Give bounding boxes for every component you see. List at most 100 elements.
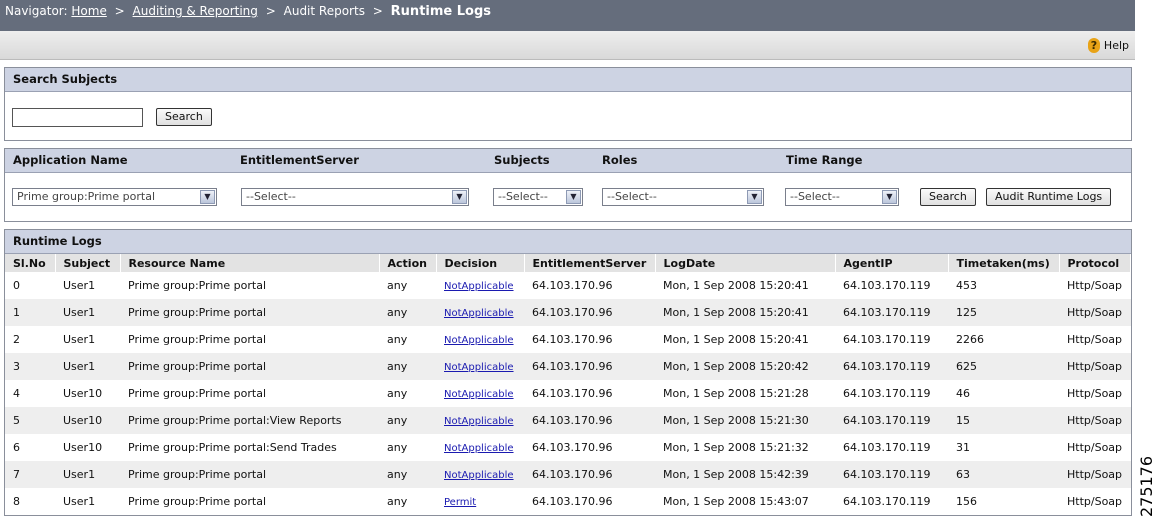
roles-value: --Select-- xyxy=(607,190,657,203)
runtime-logs-panel: Runtime Logs Sl.No Subject Resource Name… xyxy=(4,229,1132,516)
cell-logdate: Mon, 1 Sep 2008 15:20:42 xyxy=(655,353,835,380)
cell-protocol: Http/Soap xyxy=(1059,272,1131,299)
cell-logdate: Mon, 1 Sep 2008 15:21:32 xyxy=(655,434,835,461)
column-header-subject: Subject xyxy=(55,254,121,272)
cell-action: any xyxy=(379,434,436,461)
cell-entitlement-server: 64.103.170.96 xyxy=(524,299,655,326)
search-subjects-panel: Search Subjects Search xyxy=(4,67,1132,141)
cell-subject: User10 xyxy=(55,380,120,407)
cell-action: any xyxy=(379,326,436,353)
cell-resource-name: Prime group:Prime portal xyxy=(120,272,379,299)
cell-subject: User1 xyxy=(55,326,120,353)
navigator-prefix: Navigator: xyxy=(5,4,68,18)
cell-slno: 3 xyxy=(5,353,55,380)
cell-decision: NotApplicable xyxy=(436,353,524,380)
cell-timetaken: 63 xyxy=(948,461,1059,488)
breadcrumb-auditing-link[interactable]: Auditing & Reporting xyxy=(133,4,258,18)
cell-logdate: Mon, 1 Sep 2008 15:20:41 xyxy=(655,299,835,326)
cell-subject: User1 xyxy=(55,299,120,326)
filter-search-button[interactable]: Search xyxy=(920,188,976,206)
search-subjects-title: Search Subjects xyxy=(5,68,1131,92)
cell-logdate: Mon, 1 Sep 2008 15:43:07 xyxy=(655,488,835,515)
chevron-down-icon: ▼ xyxy=(200,190,215,204)
table-row: 0 User1 Prime group:Prime portal any Not… xyxy=(5,272,1131,299)
cell-agentip: 64.103.170.119 xyxy=(835,326,948,353)
search-subjects-input[interactable] xyxy=(12,108,143,127)
entitlement-server-value: --Select-- xyxy=(246,190,296,203)
cell-agentip: 64.103.170.119 xyxy=(835,380,948,407)
cell-slno: 0 xyxy=(5,272,55,299)
cell-slno: 1 xyxy=(5,299,55,326)
entitlement-server-select[interactable]: --Select-- ▼ xyxy=(241,188,469,206)
breadcrumb-current-page: Runtime Logs xyxy=(390,4,492,19)
cell-action: any xyxy=(379,299,436,326)
cell-slno: 8 xyxy=(5,488,55,515)
column-header-protocol: Protocol xyxy=(1059,254,1131,272)
entitlement-server-label: EntitlementServer xyxy=(240,153,359,167)
column-header-action: Action xyxy=(379,254,437,272)
cell-agentip: 64.103.170.119 xyxy=(835,299,948,326)
cell-slno: 4 xyxy=(5,380,55,407)
roles-select[interactable]: --Select-- ▼ xyxy=(602,188,764,206)
runtime-logs-title: Runtime Logs xyxy=(5,230,1131,254)
search-subjects-button[interactable]: Search xyxy=(156,108,212,126)
column-header-slno: Sl.No xyxy=(5,254,56,272)
column-header-decision: Decision xyxy=(436,254,525,272)
column-header-logdate: LogDate xyxy=(655,254,836,272)
figure-id-text: 275176 xyxy=(1137,455,1157,518)
cell-decision: NotApplicable xyxy=(436,434,524,461)
decision-link[interactable]: NotApplicable xyxy=(444,281,514,292)
cell-entitlement-server: 64.103.170.96 xyxy=(524,461,655,488)
cell-timetaken: 31 xyxy=(948,434,1059,461)
cell-entitlement-server: 64.103.170.96 xyxy=(524,434,655,461)
breadcrumb-home-link[interactable]: Home xyxy=(71,4,106,18)
help-label: Help xyxy=(1103,39,1129,52)
column-header-resource-name: Resource Name xyxy=(120,254,380,272)
help-link[interactable]: ? Help xyxy=(1087,38,1129,53)
decision-link[interactable]: NotApplicable xyxy=(444,335,514,346)
cell-resource-name: Prime group:Prime portal xyxy=(120,488,379,515)
cell-entitlement-server: 64.103.170.96 xyxy=(524,488,655,515)
cell-slno: 6 xyxy=(5,434,55,461)
decision-link[interactable]: Permit xyxy=(444,497,476,508)
decision-link[interactable]: NotApplicable xyxy=(444,308,514,319)
cell-resource-name: Prime group:Prime portal:Send Trades xyxy=(120,434,379,461)
decision-link[interactable]: NotApplicable xyxy=(444,362,514,373)
cell-agentip: 64.103.170.119 xyxy=(835,434,948,461)
time-range-select[interactable]: --Select-- ▼ xyxy=(785,188,899,206)
audit-runtime-logs-button[interactable]: Audit Runtime Logs xyxy=(986,188,1112,206)
cell-slno: 5 xyxy=(5,407,55,434)
table-row: 1 User1 Prime group:Prime portal any Not… xyxy=(5,299,1131,326)
breadcrumb-separator: > xyxy=(114,4,125,18)
cell-protocol: Http/Soap xyxy=(1059,380,1131,407)
navigator-bar: Navigator: Home > Auditing & Reporting >… xyxy=(0,0,1135,31)
table-row: 7 User1 Prime group:Prime portal any Not… xyxy=(5,461,1131,488)
help-toolbar: ? Help xyxy=(0,31,1135,60)
cell-subject: User1 xyxy=(55,353,120,380)
cell-timetaken: 125 xyxy=(948,299,1059,326)
subjects-label: Subjects xyxy=(494,153,550,167)
decision-link[interactable]: NotApplicable xyxy=(444,416,514,427)
decision-link[interactable]: NotApplicable xyxy=(444,389,514,400)
subjects-select[interactable]: --Select-- ▼ xyxy=(493,188,583,206)
figure-id-label: 275176 xyxy=(1136,455,1156,519)
cell-logdate: Mon, 1 Sep 2008 15:20:41 xyxy=(655,272,835,299)
runtime-logs-table: Sl.No Subject Resource Name Action Decis… xyxy=(5,254,1131,515)
application-name-select[interactable]: Prime group:Prime portal ▼ xyxy=(12,188,217,206)
column-header-entitlement-server: EntitlementServer xyxy=(524,254,656,272)
application-name-label: Application Name xyxy=(13,153,128,167)
chevron-down-icon: ▼ xyxy=(882,190,897,204)
cell-logdate: Mon, 1 Sep 2008 15:42:39 xyxy=(655,461,835,488)
cell-protocol: Http/Soap xyxy=(1059,461,1131,488)
cell-protocol: Http/Soap xyxy=(1059,299,1131,326)
cell-logdate: Mon, 1 Sep 2008 15:21:30 xyxy=(655,407,835,434)
application-name-value: Prime group:Prime portal xyxy=(17,190,155,203)
cell-action: any xyxy=(379,488,436,515)
cell-timetaken: 15 xyxy=(948,407,1059,434)
table-row: 8 User1 Prime group:Prime portal any Per… xyxy=(5,488,1131,515)
decision-link[interactable]: NotApplicable xyxy=(444,443,514,454)
cell-logdate: Mon, 1 Sep 2008 15:20:41 xyxy=(655,326,835,353)
decision-link[interactable]: NotApplicable xyxy=(444,470,514,481)
cell-entitlement-server: 64.103.170.96 xyxy=(524,380,655,407)
cell-decision: NotApplicable xyxy=(436,380,524,407)
